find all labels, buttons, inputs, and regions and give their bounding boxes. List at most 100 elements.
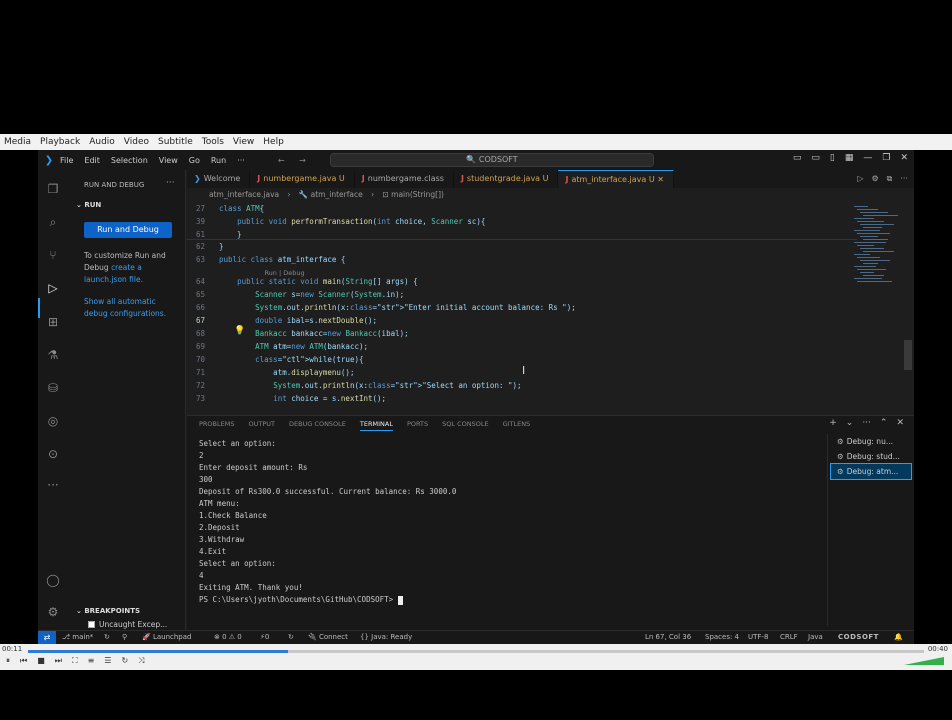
debug-status-icon[interactable]: ⚲	[122, 631, 127, 644]
breadcrumb-method[interactable]: ⊡ main(String[])	[382, 190, 444, 199]
gitlens-icon[interactable]: ◎	[46, 414, 60, 428]
accounts-icon[interactable]: ◯	[46, 573, 60, 587]
nav-arrows[interactable]: ← →	[278, 156, 312, 165]
ports-count[interactable]: ⚡0	[260, 631, 269, 644]
run-file-icon[interactable]: ▷	[857, 174, 863, 184]
show-auto-debug-configs-link[interactable]: Show all automatic debug configurations.	[84, 296, 176, 320]
tab-numbergame-java[interactable]: Jnumbergame.java U	[250, 170, 355, 188]
vlc-menu-tools[interactable]: Tools	[202, 137, 224, 147]
tab-atm-interface-java[interactable]: Jatm_interface.java U ✕	[558, 170, 674, 188]
vlc-menu-view[interactable]: View	[233, 137, 254, 147]
random-icon[interactable]: ⤨	[138, 656, 144, 666]
loop-icon[interactable]: ↻	[121, 656, 128, 666]
vlc-menu-subtitle[interactable]: Subtitle	[158, 137, 193, 147]
remote-explorer-icon[interactable]: ⊙	[46, 447, 60, 461]
terminal-output[interactable]: Select an option: 2 Enter deposit amount: …	[199, 438, 819, 628]
source-control-icon[interactable]: ⑂	[46, 248, 60, 262]
sync-icon[interactable]: ↻	[104, 631, 110, 644]
language-mode[interactable]: Java	[808, 631, 823, 644]
command-center-search[interactable]: 🔍 CODSOFT	[330, 153, 654, 167]
stop-icon[interactable]: ■	[37, 656, 45, 666]
breadcrumb-class[interactable]: 🔧 atm_interface	[299, 190, 363, 199]
more-views-icon[interactable]: ···	[46, 478, 60, 492]
code-line[interactable]: 68 Bankacc bankacc=new Bankacc(ibal);	[187, 327, 857, 340]
problems-count[interactable]: ⊗ 0 ⚠ 0	[214, 631, 242, 644]
menu-view[interactable]: View	[159, 156, 178, 165]
panel-more-icon[interactable]: ···	[862, 418, 871, 428]
code-line[interactable]: 27 class ATM{	[187, 202, 857, 215]
menu-file[interactable]: File	[60, 156, 73, 165]
vlc-menu-video[interactable]: Video	[124, 137, 149, 147]
new-terminal-icon[interactable]: +	[829, 418, 837, 428]
search-icon[interactable]: ⌕	[46, 215, 60, 229]
breadcrumb-file[interactable]: atm_interface.java	[209, 190, 279, 199]
tab-terminal[interactable]: TERMINAL	[359, 420, 393, 431]
tab-numbergame-class[interactable]: Jnumbergame.class	[355, 170, 454, 188]
toggle-sidebar-icon[interactable]: ▭	[793, 153, 802, 163]
breakpoints-header[interactable]: ⌄ BREAKPOINTS	[76, 607, 140, 615]
terminal-item-atm[interactable]: ⚙ Debug: atm...	[830, 463, 912, 480]
editor-scrollbar-thumb[interactable]	[904, 340, 912, 370]
pause-icon[interactable]: ⏸	[6, 656, 10, 666]
testing-icon[interactable]: ⚗	[46, 348, 60, 362]
tab-debug-console[interactable]: DEBUG CONSOLE	[289, 420, 346, 431]
minimap[interactable]	[854, 206, 902, 286]
remote-indicator-button[interactable]: ⇄	[38, 631, 56, 644]
vlc-menu-help[interactable]: Help	[263, 137, 284, 147]
git-branch[interactable]: ⎇ main*	[62, 631, 93, 644]
run-section-header[interactable]: ⌄ RUN	[76, 201, 101, 209]
previous-icon[interactable]: ⏮	[20, 656, 27, 666]
code-line[interactable]: 73 int choice = s.nextInt();	[187, 392, 857, 405]
menu-go[interactable]: Go	[189, 156, 200, 165]
fullscreen-icon[interactable]: ⛶	[72, 656, 78, 666]
code-line[interactable]: 66 System.out.println(x:class="str">"Ent…	[187, 301, 857, 314]
run-and-debug-button[interactable]: Run and Debug	[84, 222, 172, 238]
indentation[interactable]: Spaces: 4	[705, 631, 739, 644]
editor-more-icon[interactable]: ···	[900, 174, 908, 184]
menu-edit[interactable]: Edit	[84, 156, 100, 165]
maximize-panel-icon[interactable]: ⌃	[880, 418, 888, 428]
menu-run[interactable]: Run	[211, 156, 226, 165]
code-line[interactable]: 72 System.out.println(x:class="str">"Sel…	[187, 379, 857, 392]
connect-button[interactable]: 🔌 Connect	[308, 631, 348, 644]
code-line[interactable]: 65 Scanner s=new Scanner(System.in);	[187, 288, 857, 301]
terminal-dropdown-icon[interactable]: ⌄	[846, 418, 854, 428]
tab-studentgrade-java[interactable]: Jstudentgrade.java U	[454, 170, 559, 188]
code-line[interactable]: 67 double ibal=s.nextDouble();	[187, 314, 857, 327]
code-line[interactable]: 62}	[187, 240, 857, 253]
volume-slider[interactable]	[904, 657, 944, 665]
sidebar-more-icon[interactable]: ···	[166, 178, 175, 188]
code-line[interactable]: 63 public class atm_interface {	[187, 253, 857, 266]
database-icon[interactable]: ⛁	[46, 381, 60, 395]
minimize-icon[interactable]: —	[863, 153, 872, 163]
java-status[interactable]: {} Java: Ready	[360, 631, 412, 644]
close-tab-icon[interactable]: ✕	[657, 175, 664, 184]
code-line[interactable]: 64 public static void main(String[] args…	[187, 275, 857, 288]
playlist-icon[interactable]: ☰	[104, 656, 111, 666]
vlc-menu-audio[interactable]: Audio	[89, 137, 115, 147]
terminal-item-studentgrade[interactable]: ⚙ Debug: stud...	[831, 449, 911, 464]
extended-settings-icon[interactable]: ≡	[88, 656, 95, 666]
checkbox[interactable]	[88, 621, 95, 628]
explorer-icon[interactable]: ❐	[46, 182, 60, 196]
tab-problems[interactable]: PROBLEMS	[199, 420, 234, 431]
seek-bar[interactable]	[28, 650, 924, 653]
refresh-icon[interactable]: ↻	[288, 631, 294, 644]
cursor-position[interactable]: Ln 67, Col 36	[645, 631, 691, 644]
vlc-menu-playback[interactable]: Playback	[40, 137, 80, 147]
tab-gitlens[interactable]: GITLENS	[503, 420, 531, 431]
run-debug-icon[interactable]: ▷	[46, 281, 60, 295]
menu-selection[interactable]: Selection	[111, 156, 148, 165]
tab-ports[interactable]: PORTS	[407, 420, 428, 431]
encoding[interactable]: UTF-8	[748, 631, 768, 644]
line-endings[interactable]: CRLF	[780, 631, 798, 644]
customize-layout-icon[interactable]: ▦	[845, 153, 854, 163]
lightbulb-icon[interactable]: 💡	[234, 326, 245, 336]
menu-more[interactable]: ···	[237, 156, 245, 165]
toggle-panel-icon[interactable]: ▭	[811, 153, 820, 163]
split-editor-icon[interactable]: ⧉	[887, 174, 893, 184]
close-panel-icon[interactable]: ✕	[896, 418, 904, 428]
code-line[interactable]: 69 ATM atm=new ATM(bankacc);	[187, 340, 857, 353]
terminal-item-numbergame[interactable]: ⚙ Debug: nu...	[831, 434, 911, 449]
notifications-bell-icon[interactable]: 🔔	[894, 631, 903, 644]
